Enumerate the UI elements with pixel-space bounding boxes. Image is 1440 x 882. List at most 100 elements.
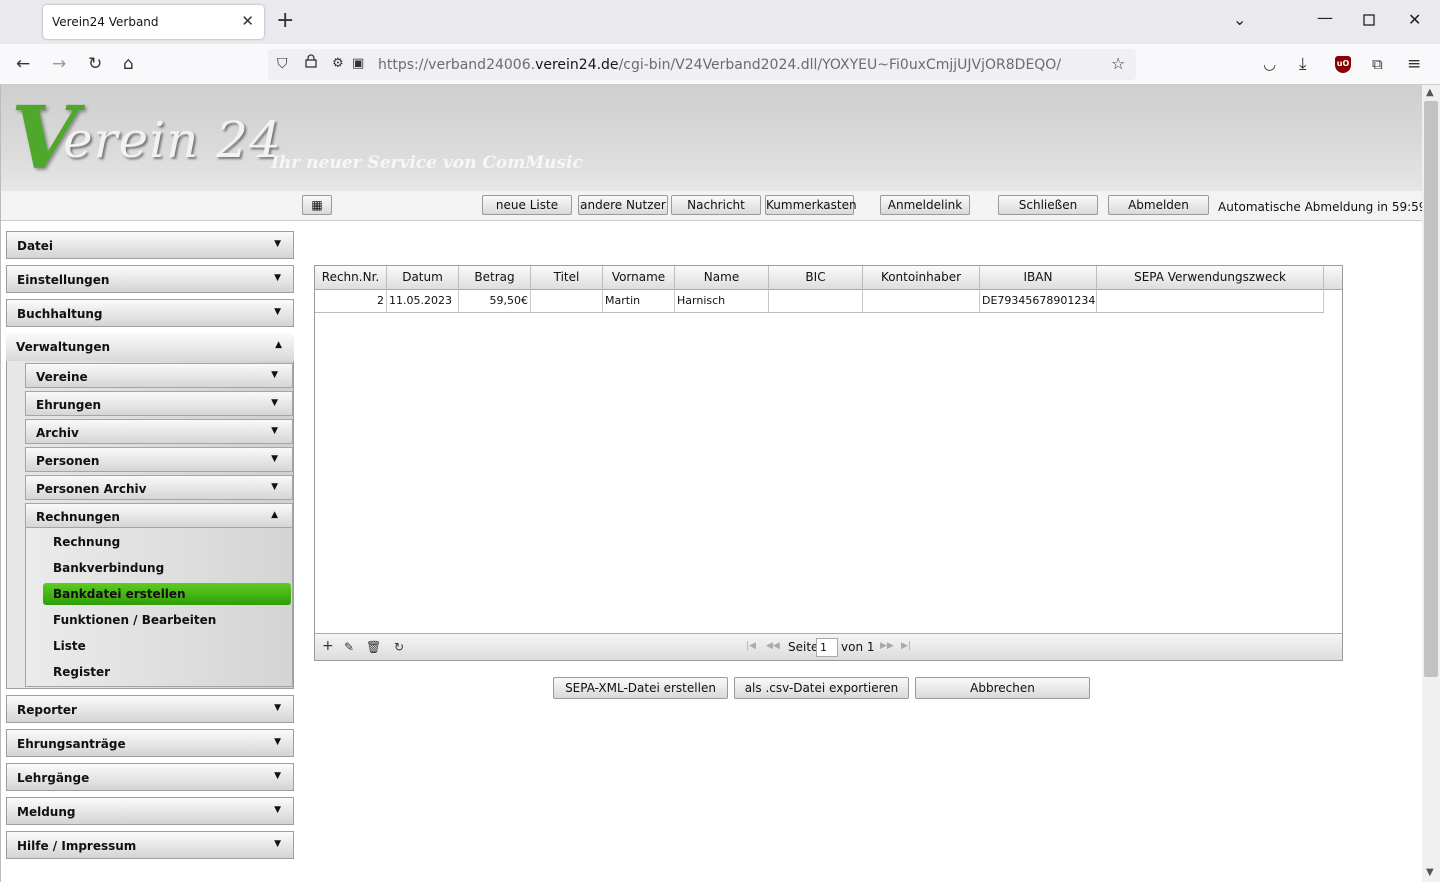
delete-icon[interactable]: 🗑 (366, 640, 381, 654)
abmelden-button[interactable]: Abmelden (1108, 195, 1209, 215)
sidebar-item-register[interactable]: Register (43, 661, 291, 683)
column-header-betrag[interactable]: Betrag (459, 266, 531, 290)
column-header-sepa-verwendungszweck[interactable]: SEPA Verwendungszweck (1097, 266, 1324, 290)
chevron-down-icon: ▼ (271, 426, 278, 436)
column-header-rechn-nr[interactable]: Rechn.Nr. (315, 266, 387, 290)
maximize-icon[interactable] (1363, 11, 1375, 30)
schliessen-button[interactable]: Schließen (998, 195, 1098, 215)
column-header-kontoinhaber[interactable]: Kontoinhaber (863, 266, 980, 290)
chevron-up-icon: ▲ (271, 510, 278, 520)
sidebar-item-ehrungsantraege[interactable]: Ehrungsanträge ▼ (6, 729, 294, 757)
slogan: Ihr neuer Service von ComMusic (271, 153, 583, 173)
previous-page-icon[interactable]: ◀◀ (766, 641, 780, 651)
cancel-button[interactable]: Abbrechen (915, 677, 1090, 699)
first-page-icon[interactable]: |◀ (746, 641, 756, 651)
edit-icon[interactable]: ✎ (344, 640, 354, 654)
andere-nutzer-button[interactable]: andere Nutzer (578, 195, 668, 215)
cell-iban: DE79345678901234567 (980, 290, 1097, 312)
last-page-icon[interactable]: ▶| (901, 641, 911, 651)
scroll-down-icon[interactable]: ▼ (1426, 867, 1434, 878)
lock-icon[interactable] (305, 54, 317, 75)
page-scrollbar[interactable]: ▲ ▼ (1422, 85, 1440, 882)
csv-export-button[interactable]: als .csv-Datei exportieren (734, 677, 909, 699)
bookmark-star-icon[interactable]: ☆ (1111, 54, 1125, 74)
sidebar-item-einstellungen[interactable]: Einstellungen ▼ (6, 265, 294, 293)
refresh-icon[interactable]: ↻ (394, 640, 404, 654)
column-header-vorname[interactable]: Vorname (603, 266, 675, 290)
tab-title: Verein24 Verband (52, 15, 159, 29)
tab-list-chevron-icon[interactable]: ⌄ (1233, 10, 1246, 29)
cell-rechn-nr: 2 (315, 290, 387, 312)
auto-logout-timer: Automatische Abmeldung in 59:59 (1218, 200, 1422, 214)
home-icon[interactable]: ⌂ (123, 54, 134, 74)
anmeldelink-button[interactable]: Anmeldelink (880, 195, 970, 215)
column-header-iban[interactable]: IBAN (980, 266, 1097, 290)
kummerkasten-button[interactable]: Kummerkasten (765, 195, 857, 215)
url-text[interactable]: https://verband24006.verein24.de/cgi-bin… (378, 57, 1061, 73)
sidebar-item-bankdatei-erstellen[interactable]: Bankdatei erstellen (43, 583, 291, 605)
extensions-icon[interactable]: ⧉ (1372, 54, 1383, 74)
chevron-down-icon: ▼ (274, 805, 281, 815)
table-row[interactable]: 2 11.05.2023 59,50€ Martin Harnisch DE79… (315, 290, 1324, 313)
chevron-down-icon: ▼ (274, 239, 281, 249)
chevron-down-icon: ▼ (271, 398, 278, 408)
column-header-titel[interactable]: Titel (531, 266, 603, 290)
cell-titel (531, 290, 603, 312)
reload-icon[interactable]: ↻ (88, 54, 102, 74)
toolbar: ▦ neue Liste andere Nutzer Nachricht Kum… (1, 191, 1422, 221)
close-window-icon[interactable]: ✕ (1408, 10, 1421, 29)
permissions-icon[interactable]: ⚙ (332, 54, 344, 74)
column-header-bic[interactable]: BIC (769, 266, 863, 290)
url-bar[interactable]: ⛉ ⚙ ▣ https://verband24006.verein24.de/c… (268, 49, 1136, 80)
add-icon[interactable]: + (322, 638, 334, 654)
next-page-icon[interactable]: ▶▶ (880, 641, 894, 651)
sepa-xml-button[interactable]: SEPA-XML-Datei erstellen (553, 677, 728, 699)
sidebar-item-personen[interactable]: Personen ▼ (25, 447, 293, 472)
new-tab-icon[interactable]: + (276, 9, 294, 33)
sidebar-item-meldung[interactable]: Meldung ▼ (6, 797, 294, 825)
pocket-icon[interactable]: ◡ (1263, 54, 1276, 74)
page-number-input[interactable]: 1 (816, 638, 838, 657)
neue-liste-button[interactable]: neue Liste (482, 195, 572, 215)
chevron-down-icon: ▼ (274, 737, 281, 747)
sidebar-item-archiv[interactable]: Archiv ▼ (25, 419, 293, 444)
cell-betrag: 59,50€ (459, 290, 531, 312)
sidebar-item-rechnungen[interactable]: Rechnungen ▲ (25, 503, 293, 528)
sidebar-item-lehrgaenge[interactable]: Lehrgänge ▼ (6, 763, 294, 791)
chevron-down-icon: ▼ (274, 771, 281, 781)
logo-text: erein 24 (63, 111, 282, 169)
sidebar-item-verwaltungen[interactable]: Verwaltungen ▲ (6, 333, 294, 361)
scroll-up-icon[interactable]: ▲ (1426, 87, 1434, 98)
download-icon[interactable]: ⤓ (1299, 54, 1307, 74)
cell-vorname: Martin (603, 290, 675, 312)
back-icon[interactable]: ← (16, 54, 30, 74)
sidebar-item-datei[interactable]: Datei ▼ (6, 231, 294, 259)
menu-toggle-button[interactable]: ▦ (302, 195, 332, 215)
sidebar-item-rechnung[interactable]: Rechnung (43, 531, 291, 553)
menu-icon[interactable]: ≡ (1407, 54, 1421, 74)
browser-tab[interactable]: Verein24 Verband ✕ (43, 5, 264, 39)
sidebar-item-buchhaltung[interactable]: Buchhaltung ▼ (6, 299, 294, 327)
close-tab-icon[interactable]: ✕ (241, 12, 254, 30)
sidebar-item-personen-archiv[interactable]: Personen Archiv ▼ (25, 475, 293, 500)
sidebar-item-bankverbindung[interactable]: Bankverbindung (43, 557, 291, 579)
page-label: Seite (788, 640, 819, 654)
scrollbar-thumb[interactable] (1424, 101, 1438, 677)
sidebar-item-reporter[interactable]: Reporter ▼ (6, 695, 294, 723)
column-header-datum[interactable]: Datum (387, 266, 459, 290)
sidebar-item-hilfe-impressum[interactable]: Hilfe / Impressum ▼ (6, 831, 294, 859)
nachricht-button[interactable]: Nachricht (671, 195, 761, 215)
sidebar-item-ehrungen[interactable]: Ehrungen ▼ (25, 391, 293, 416)
forward-icon[interactable]: → (52, 54, 66, 74)
menu-toggle-icon: ▦ (311, 198, 323, 212)
chevron-down-icon: ▼ (271, 482, 278, 492)
shield-icon[interactable]: ⛉ (277, 54, 288, 74)
sidebar-item-funktionen-bearbeiten[interactable]: Funktionen / Bearbeiten (43, 609, 291, 631)
page-info-icon[interactable]: ▣ (352, 54, 364, 74)
ublock-icon[interactable]: uO (1335, 56, 1351, 73)
sidebar-item-vereine[interactable]: Vereine ▼ (25, 363, 293, 388)
minimize-icon[interactable]: — (1317, 8, 1333, 27)
sidebar-item-liste[interactable]: Liste (43, 635, 291, 657)
page-count: von 1 (841, 640, 875, 654)
column-header-name[interactable]: Name (675, 266, 769, 290)
